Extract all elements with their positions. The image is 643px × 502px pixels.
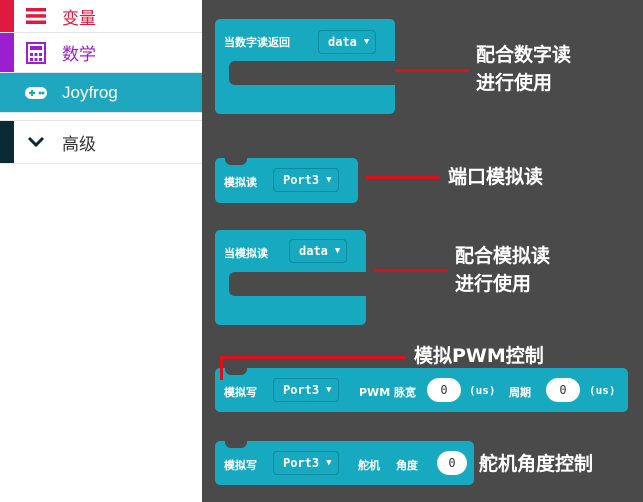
block-notch: [225, 157, 247, 165]
gamepad-icon: [24, 81, 48, 105]
angle-input[interactable]: 0: [437, 451, 467, 475]
block-label: 模拟写: [224, 459, 257, 472]
servo-write-block[interactable]: 模拟写 Port3 ▼ 舵机 角度 0: [215, 440, 474, 485]
digital-read-event-block[interactable]: 当数字读返回 data ▼: [215, 19, 395, 114]
dropdown-arrow-icon: ▼: [334, 246, 341, 256]
angle-label: 角度: [396, 459, 418, 472]
block-label: 当模拟读: [224, 247, 268, 260]
servo-label: 舵机: [358, 459, 380, 472]
servo-port-dropdown[interactable]: Port3 ▼: [273, 451, 339, 475]
sidebar-item-joyfrog[interactable]: Joyfrog: [0, 73, 202, 113]
pulse-width-input[interactable]: 0: [427, 378, 461, 402]
chevron-down-icon: [24, 130, 48, 154]
sidebar-item-label: 变量: [62, 8, 96, 29]
dropdown-arrow-icon: ▼: [326, 458, 332, 468]
block-label: 当数字读返回: [224, 36, 290, 49]
analog-read-variable-dropdown[interactable]: data ▼: [289, 239, 348, 263]
sidebar-item-math[interactable]: 数学: [0, 33, 202, 73]
block-notch: [225, 367, 247, 375]
sidebar-item-label: 高级: [62, 134, 96, 155]
pulse-unit-label: (us): [469, 384, 496, 397]
digital-read-variable-dropdown[interactable]: data ▼: [318, 30, 377, 54]
calculator-icon: [24, 41, 48, 65]
sidebar-item-advanced[interactable]: 高级: [0, 121, 202, 164]
sidebar-item-label: Joyfrog: [62, 82, 118, 102]
annotation-pwm-control: 模拟PWM控制: [414, 345, 544, 367]
dropdown-arrow-icon: ▼: [326, 385, 332, 395]
period-label: 周期: [509, 386, 531, 399]
analog-write-port-dropdown[interactable]: Port3 ▼: [273, 378, 339, 402]
block-notch: [225, 440, 247, 448]
annotation-line-on-analog-read: [374, 269, 448, 272]
statement-slot[interactable]: [229, 61, 395, 85]
list-icon: [24, 4, 48, 28]
annotation-line-analog-read: [366, 176, 440, 179]
sidebar-item-label: 数学: [62, 45, 96, 65]
annotation-analog-read: 配合模拟读 进行使用: [455, 245, 551, 295]
block-label: 模拟读: [224, 176, 257, 189]
sidebar-item-variables[interactable]: 变量: [0, 0, 202, 33]
period-input[interactable]: 0: [546, 378, 580, 402]
analog-read-port-dropdown[interactable]: Port3 ▼: [273, 168, 339, 192]
pwm-pulse-label: PWM 脉宽: [359, 386, 416, 399]
dropdown-arrow-icon: ▼: [363, 37, 370, 47]
analog-read-event-block[interactable]: 当模拟读 data ▼: [215, 230, 366, 325]
block-label: 模拟写: [224, 386, 257, 399]
dropdown-arrow-icon: ▼: [326, 175, 332, 185]
analog-write-pwm-block[interactable]: 模拟写 Port3 ▼ PWM 脉宽 0 (us) 周期 0 (us): [215, 367, 628, 412]
annotation-line-digital-read: [395, 69, 469, 72]
analog-read-block[interactable]: 模拟读 Port3 ▼: [215, 157, 358, 203]
sidebar-divider: [0, 113, 202, 121]
category-sidebar: 变量 数学 Joyfrog 高级: [0, 0, 202, 502]
annotation-line-pwm-h: [220, 356, 406, 359]
period-unit-label: (us): [589, 384, 616, 397]
annotation-digital-read: 配合数字读 进行使用: [476, 44, 572, 94]
statement-slot[interactable]: [229, 272, 366, 296]
annotation-servo-angle-control: 舵机角度控制: [479, 453, 594, 475]
annotation-line-pwm-v: [220, 356, 223, 380]
annotation-port-analog-read: 端口模拟读: [448, 166, 544, 188]
